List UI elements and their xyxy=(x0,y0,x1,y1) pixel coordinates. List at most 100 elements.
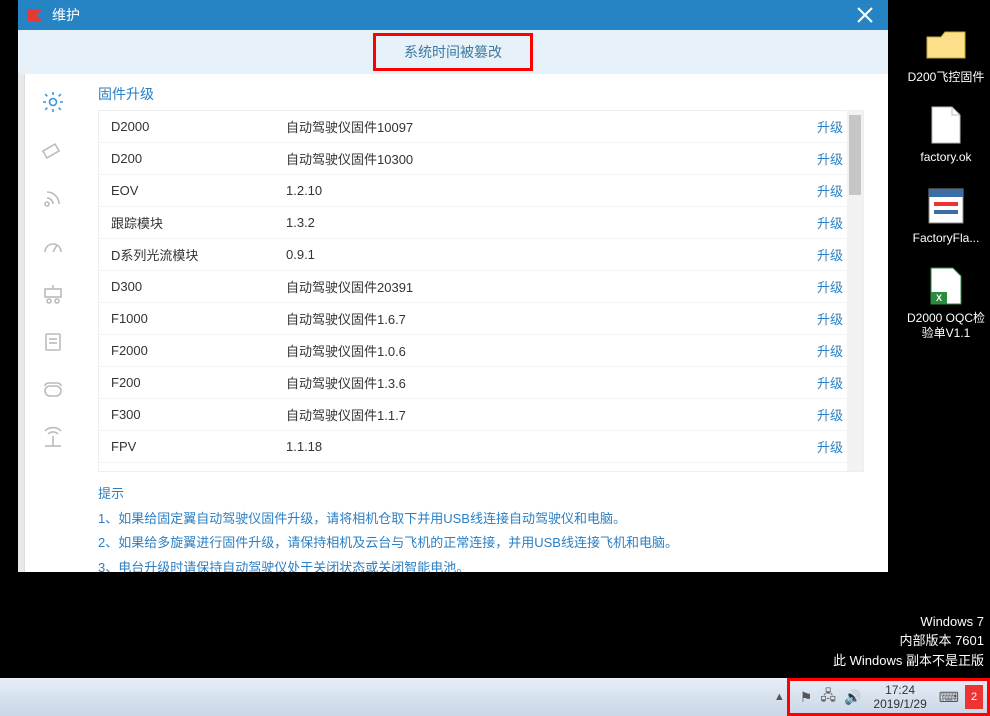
firmware-version: 自动驾驶仪固件1.3.6 xyxy=(286,373,817,392)
tray-network-icon[interactable]: 🖧 xyxy=(820,685,836,709)
tray-clock[interactable]: 17:24 2019/1/29 xyxy=(867,683,932,712)
firmware-row: D2000自动驾驶仪固件10097升级 xyxy=(99,111,863,143)
close-icon xyxy=(855,5,875,25)
upgrade-link[interactable]: 升级 xyxy=(817,309,851,328)
sidebar-icon-gear[interactable] xyxy=(39,88,67,116)
notice-text: 系统时间被篡改 xyxy=(404,44,502,60)
firmware-name: F300 xyxy=(111,407,286,422)
firmware-name: D200 xyxy=(111,151,286,166)
firmware-version: 1.2.10 xyxy=(286,183,817,198)
sidebar-icon-gauge[interactable] xyxy=(39,232,67,260)
upgrade-link[interactable]: 升级 xyxy=(817,117,851,136)
firmware-version: 自动驾驶仪固件10097 xyxy=(286,117,817,136)
tray-notification-badge[interactable]: 2 xyxy=(965,685,983,709)
close-button[interactable] xyxy=(850,0,880,30)
xlsx-icon: X xyxy=(925,265,967,307)
firmware-row: D200自动驾驶仪固件10300升级 xyxy=(99,143,863,175)
scrollbar-thumb[interactable] xyxy=(849,115,861,195)
firmware-version: 1.1.18 xyxy=(286,439,817,454)
firmware-version: 自动驾驶仪固件20391 xyxy=(286,277,817,296)
upgrade-link[interactable]: 升级 xyxy=(817,213,851,232)
sidebar-icon-cart[interactable] xyxy=(39,280,67,308)
firmware-version: 自动驾驶仪固件1.6.7 xyxy=(286,309,817,328)
notice-bar: 系统时间被篡改 xyxy=(18,30,888,74)
sidebar-icon-eraser[interactable] xyxy=(39,136,67,164)
firmware-list: D2000自动驾驶仪固件10097升级D200自动驾驶仪固件10300升级EOV… xyxy=(98,110,864,472)
upgrade-link[interactable]: 升级 xyxy=(817,341,851,360)
app-icon xyxy=(925,185,967,227)
upgrade-link[interactable]: 升级 xyxy=(817,373,851,392)
firmware-name: F200 xyxy=(111,375,286,390)
tray-volume-icon[interactable]: 🔊 xyxy=(844,689,861,706)
hints: 提示 1、如果给固定翼自动驾驶仪固件升级，请将相机仓取下并用USB线连接自动驾驶… xyxy=(98,482,864,572)
firmware-version: 自动驾驶仪固件10300 xyxy=(286,149,817,168)
svg-text:X: X xyxy=(936,293,942,303)
desktop-icon-file[interactable]: factory.ok xyxy=(903,104,989,164)
firmware-name: D2000 xyxy=(111,119,286,134)
content-area: 固件升级 D2000自动驾驶仪固件10097升级D200自动驾驶仪固件10300… xyxy=(80,74,888,572)
tray-time: 17:24 xyxy=(885,683,915,697)
desktop-icon-xlsx[interactable]: X D2000 OQC检验单V1.1 xyxy=(903,265,989,340)
hint-line: 3、电台升级时请保持自动驾驶仪处于关闭状态或关闭智能电池。 xyxy=(98,556,864,572)
tray-overflow-icon[interactable]: ▲ xyxy=(774,691,785,703)
system-tray[interactable]: ⚑ 🖧 🔊 17:24 2019/1/29 ⌨ 2 xyxy=(787,678,990,716)
firmware-version: 自动驾驶仪固件1.0.6 xyxy=(286,341,817,360)
sidebar-icon-doc[interactable] xyxy=(39,328,67,356)
left-strip xyxy=(18,74,25,572)
firmware-name: F2000 xyxy=(111,343,286,358)
firmware-row: F200自动驾驶仪固件1.3.6升级 xyxy=(99,367,863,399)
upgrade-link[interactable]: 升级 xyxy=(817,245,851,264)
desktop-icon-label: D200飞控固件 xyxy=(908,70,985,84)
taskbar[interactable]: ▲ ⚑ 🖧 🔊 17:24 2019/1/29 ⌨ 2 xyxy=(0,678,990,716)
desktop-icon-label: factory.ok xyxy=(920,150,971,164)
firmware-name: 跟踪模块 xyxy=(111,213,286,232)
hint-line: 1、如果给固定翼自动驾驶仪固件升级，请将相机仓取下并用USB线连接自动驾驶仪和电… xyxy=(98,507,864,532)
upgrade-link[interactable]: 升级 xyxy=(817,149,851,168)
tray-input-icon[interactable]: ⌨ xyxy=(939,689,959,706)
firmware-row: F2000自动驾驶仪固件1.0.6升级 xyxy=(99,335,863,367)
tray-icons: ⚑ 🖧 🔊 xyxy=(800,685,862,709)
windows-watermark: Windows 7 内部版本 7601 此 Windows 副本不是正版 xyxy=(833,612,984,671)
watermark-line: Windows 7 xyxy=(833,612,984,632)
firmware-row: D300自动驾驶仪固件20391升级 xyxy=(99,271,863,303)
hints-title: 提示 xyxy=(98,482,864,507)
titlebar[interactable]: 维护 xyxy=(18,0,888,30)
folder-icon xyxy=(925,24,967,66)
upgrade-link[interactable]: 升级 xyxy=(817,437,851,456)
tray-flag-icon[interactable]: ⚑ xyxy=(800,689,813,706)
sidebar xyxy=(25,74,80,572)
firmware-row: F300自动驾驶仪固件1.1.7升级 xyxy=(99,399,863,431)
sidebar-icon-device[interactable] xyxy=(39,376,67,404)
notice-box: 系统时间被篡改 xyxy=(373,33,533,71)
upgrade-link[interactable]: 升级 xyxy=(817,277,851,296)
desktop-icon-app[interactable]: FactoryFla... xyxy=(903,185,989,245)
firmware-heading: 固件升级 xyxy=(98,84,864,104)
window-title: 维护 xyxy=(52,5,80,25)
scrollbar[interactable] xyxy=(847,111,863,471)
sidebar-icon-satellite[interactable] xyxy=(39,184,67,212)
tray-date: 2019/1/29 xyxy=(873,697,926,711)
firmware-row: EOV1.2.10升级 xyxy=(99,175,863,207)
file-icon xyxy=(925,104,967,146)
firmware-name: EOV xyxy=(111,183,286,198)
firmware-row: FPV1.1.18升级 xyxy=(99,431,863,463)
watermark-line: 此 Windows 副本不是正版 xyxy=(833,651,984,671)
firmware-name: D300 xyxy=(111,279,286,294)
desktop-icons: D200飞控固件 factory.ok FactoryFla... X D200… xyxy=(902,24,990,340)
firmware-name: FPV xyxy=(111,439,286,454)
desktop-icon-label: FactoryFla... xyxy=(913,231,980,245)
firmware-row: D系列光流模块0.9.1升级 xyxy=(99,239,863,271)
upgrade-link[interactable]: 升级 xyxy=(817,405,851,424)
firmware-row: F1000自动驾驶仪固件1.6.7升级 xyxy=(99,303,863,335)
firmware-version: 自动驾驶仪固件1.1.7 xyxy=(286,405,817,424)
sidebar-icon-signal[interactable] xyxy=(39,424,67,452)
maintenance-window: 维护 系统时间被篡改 xyxy=(18,0,888,572)
upgrade-link[interactable]: 升级 xyxy=(817,181,851,200)
firmware-version: 0.9.1 xyxy=(286,247,817,262)
firmware-name: F1000 xyxy=(111,311,286,326)
firmware-version: 1.3.2 xyxy=(286,215,817,230)
watermark-line: 内部版本 7601 xyxy=(833,631,984,651)
app-logo-icon xyxy=(26,6,44,24)
hint-line: 2、如果给多旋翼进行固件升级，请保持相机及云台与飞机的正常连接，并用USB线连接… xyxy=(98,531,864,556)
desktop-icon-folder[interactable]: D200飞控固件 xyxy=(903,24,989,84)
